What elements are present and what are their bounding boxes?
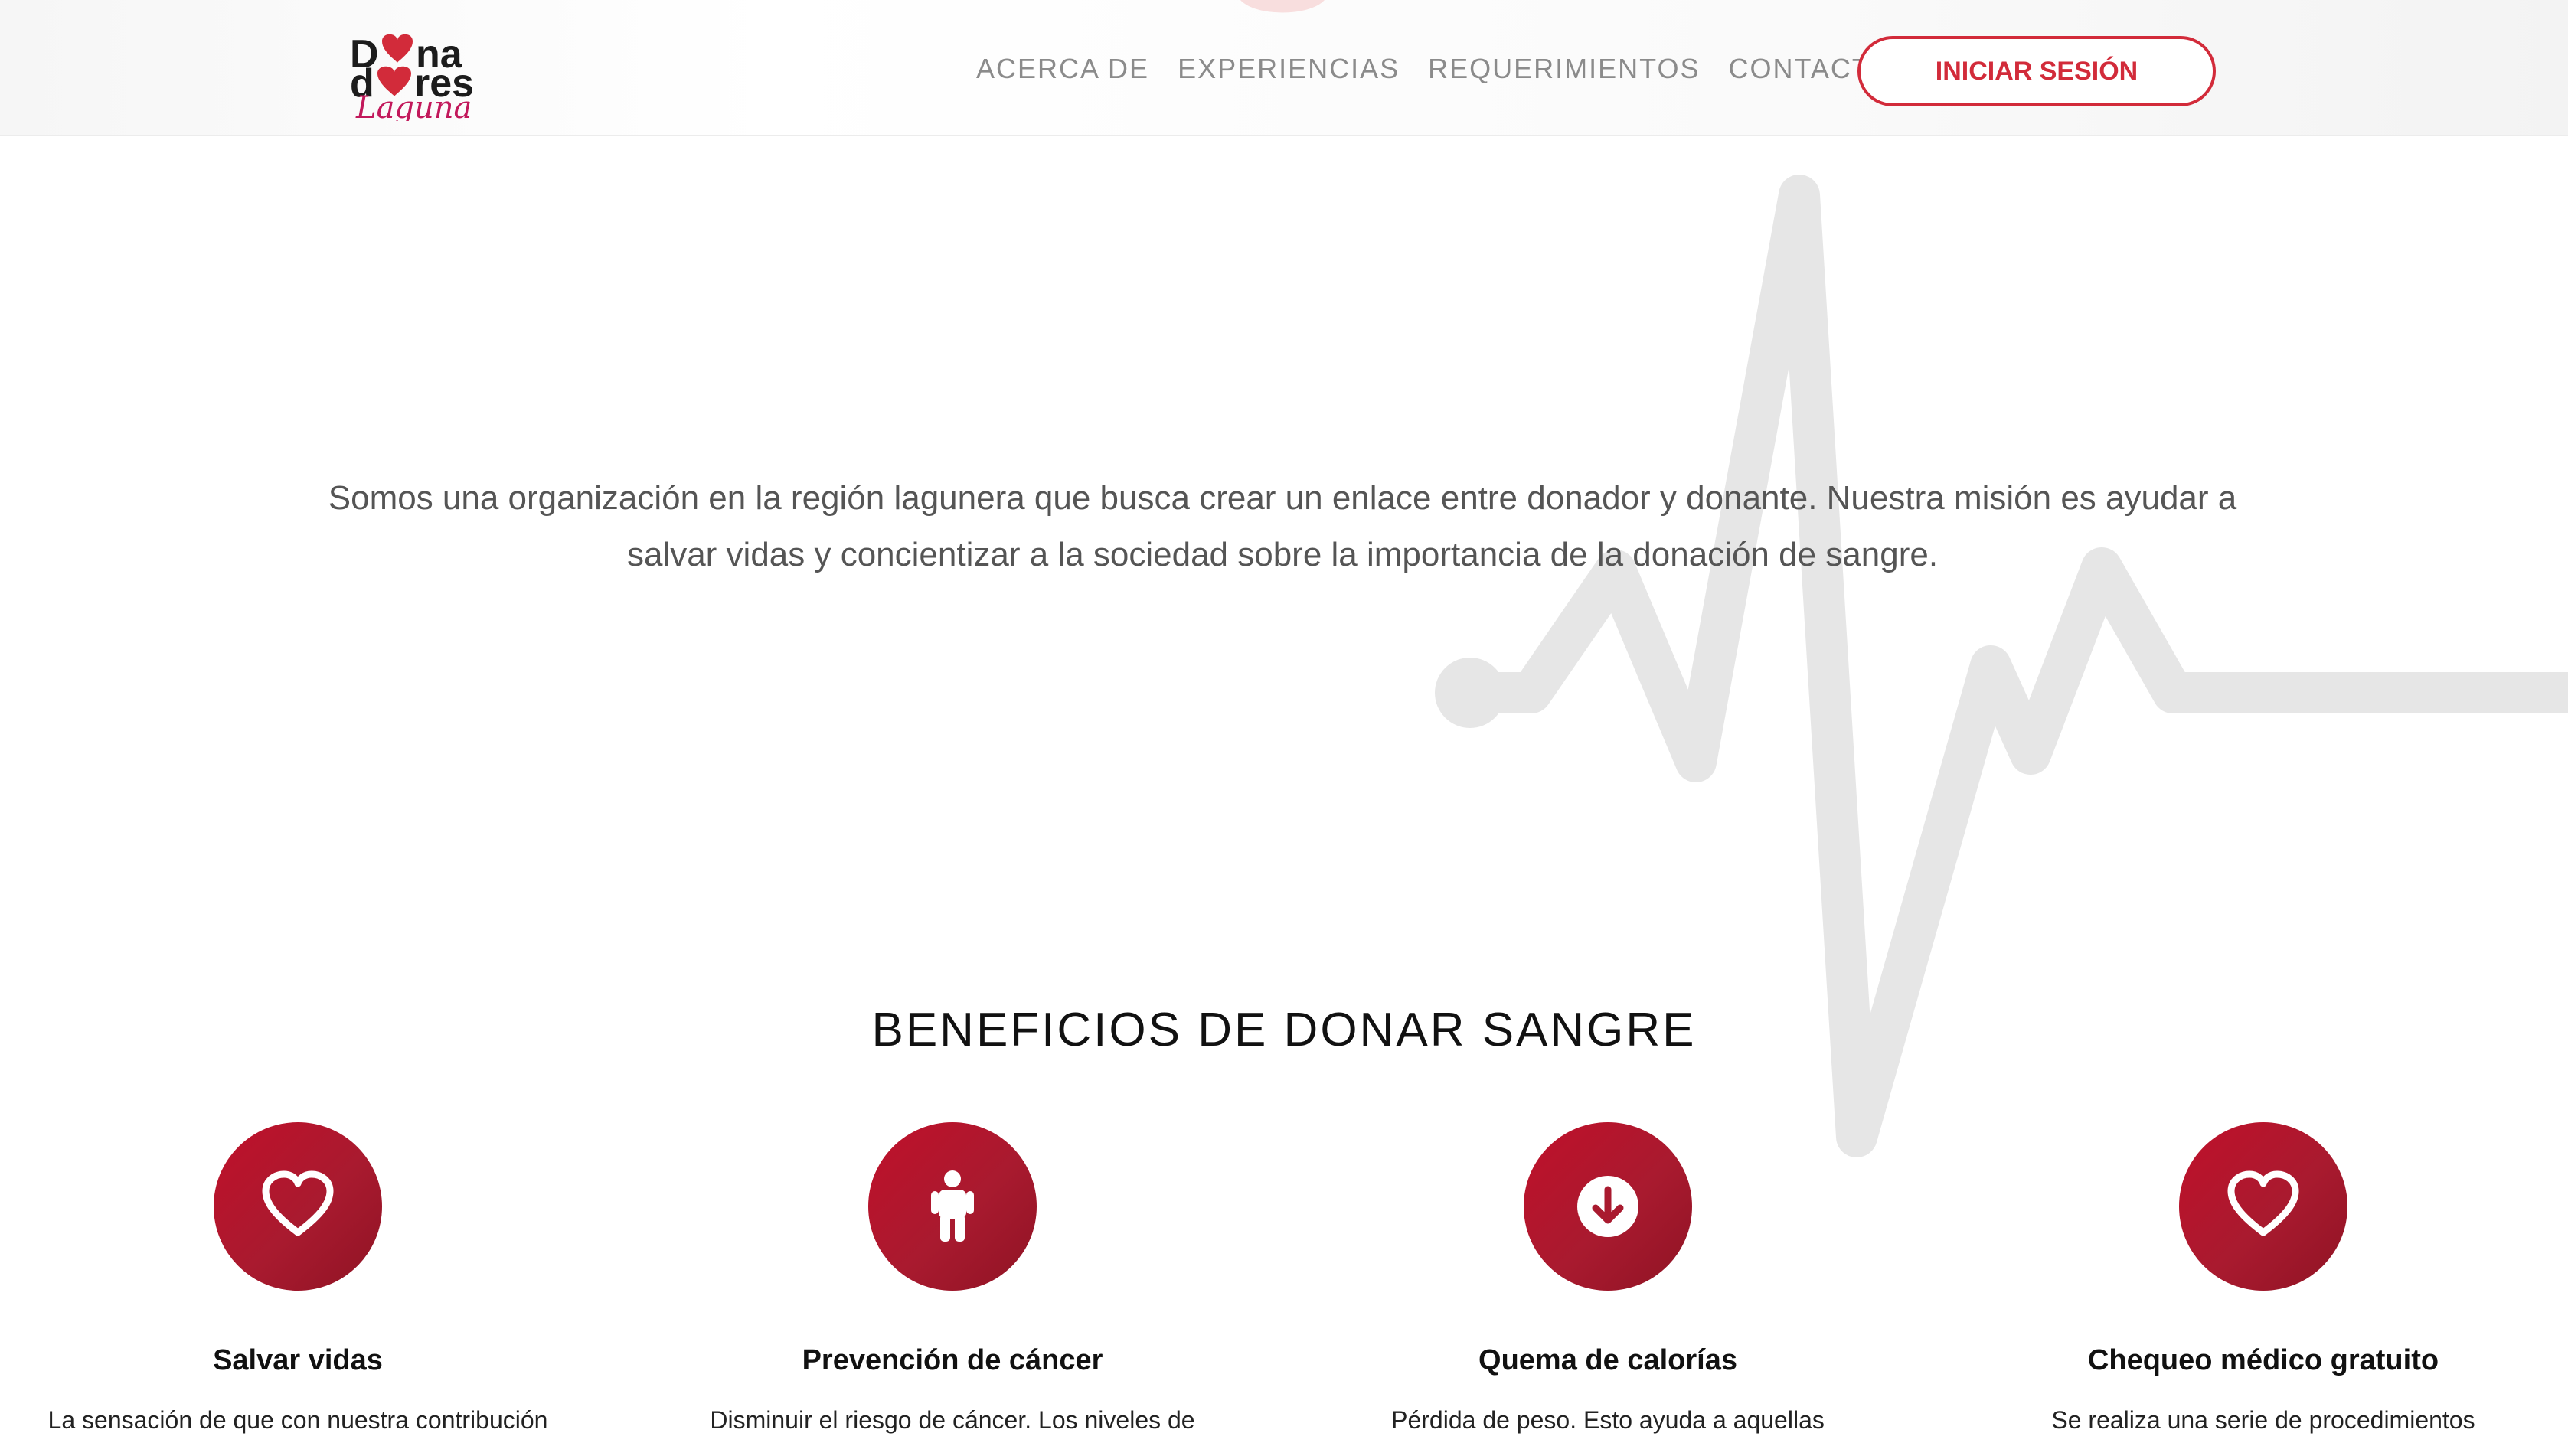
benefit-quema-calorias: Quema de calorías Pérdida de peso. Esto …	[1317, 1122, 1899, 1441]
nav-requerimientos[interactable]: REQUERIMIENTOS	[1428, 51, 1700, 87]
benefit-icon-circle	[868, 1122, 1037, 1291]
login-button[interactable]: INICIAR SESIÓN	[1857, 36, 2216, 106]
nav-experiencias[interactable]: EXPERIENCIAS	[1178, 51, 1400, 87]
benefit-description: Disminuir el riesgo de cáncer. Los nivel…	[710, 1406, 1195, 1434]
heart-icon	[2227, 1170, 2299, 1236]
top-navbar: D na d res Laguna ACERCA DE EXPERIENCIAS…	[0, 0, 2568, 136]
benefit-salvar-vidas: Salvar vidas La sensación de que con nue…	[7, 1122, 589, 1441]
main-nav: ACERCA DE EXPERIENCIAS REQUERIMIENTOS CO…	[976, 51, 1893, 87]
svg-text:Laguna: Laguna	[355, 90, 472, 121]
decorative-heart-icon	[1240, 0, 1325, 13]
benefit-title: Salvar vidas	[213, 1344, 383, 1376]
arrow-down-circle-icon	[1577, 1176, 1638, 1237]
benefit-chequeo-medico: Chequeo médico gratuito Se realiza una s…	[1972, 1122, 2554, 1441]
mission-statement: Somos una organización en la región lagu…	[328, 479, 2237, 573]
benefit-icon-circle	[214, 1122, 382, 1291]
benefit-description: Se realiza una serie de procedimientos	[2051, 1406, 2475, 1434]
benefit-title: Quema de calorías	[1478, 1344, 1737, 1376]
benefit-title: Chequeo médico gratuito	[2087, 1344, 2439, 1376]
benefit-prevencion-cancer: Prevención de cáncer Disminuir el riesgo…	[662, 1122, 1243, 1441]
benefit-description: Pérdida de peso. Esto ayuda a aquellas	[1391, 1406, 1825, 1434]
heart-icon	[262, 1170, 334, 1236]
person-icon	[931, 1170, 974, 1242]
benefit-icon-circle	[1524, 1122, 1692, 1291]
benefits-title: BENEFICIOS DE DONAR SANGRE	[871, 1004, 1697, 1056]
nav-acerca-de[interactable]: ACERCA DE	[976, 51, 1149, 87]
benefit-description: La sensación de que con nuestra contribu…	[47, 1406, 548, 1434]
benefit-icon-circle	[2179, 1122, 2347, 1291]
benefit-title: Prevención de cáncer	[802, 1344, 1103, 1376]
donadores-laguna-logo[interactable]: D na d res Laguna	[348, 26, 509, 121]
